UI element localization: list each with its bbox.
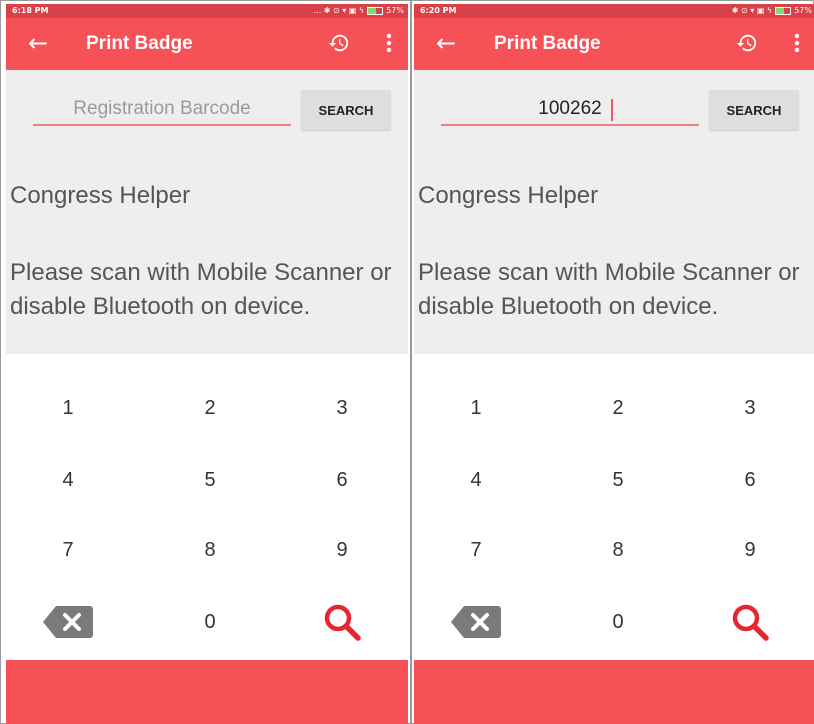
status-icons: ... ✱ ⊙ ▾ ▣ ϟ 57% xyxy=(314,4,404,18)
more-vertical-icon[interactable] xyxy=(384,32,394,54)
search-icon xyxy=(324,604,361,641)
backspace-key[interactable] xyxy=(426,594,526,650)
arrow-left-icon[interactable]: ← xyxy=(436,30,456,56)
text-cursor xyxy=(611,99,613,121)
app-bar: ← Print Badge xyxy=(6,18,408,70)
key-2[interactable]: 2 xyxy=(568,380,668,436)
screens-divider xyxy=(410,0,412,724)
key-7[interactable]: 7 xyxy=(18,522,118,578)
battery-icon xyxy=(367,7,384,15)
key-0[interactable]: 0 xyxy=(568,594,668,650)
arrow-left-icon[interactable]: ← xyxy=(28,30,48,56)
status-time: 6:18 PM xyxy=(12,6,49,15)
registration-barcode-input[interactable] xyxy=(33,94,291,126)
status-icon-glyphs: ... ✱ ⊙ ▾ ▣ ϟ xyxy=(313,6,365,15)
key-1[interactable]: 1 xyxy=(426,380,526,436)
bottom-bar xyxy=(414,660,814,724)
key-4[interactable]: 4 xyxy=(18,452,118,508)
key-3[interactable]: 3 xyxy=(292,380,392,436)
app-title: Print Badge xyxy=(494,33,601,54)
key-2[interactable]: 2 xyxy=(160,380,260,436)
key-8[interactable]: 8 xyxy=(160,522,260,578)
key-7[interactable]: 7 xyxy=(426,522,526,578)
search-icon xyxy=(732,604,769,641)
scan-instruction: Please scan with Mobile Scanner or disab… xyxy=(418,259,800,320)
backspace-icon xyxy=(451,606,501,638)
status-bar: 6:18 PM ... ✱ ⊙ ▾ ▣ ϟ 57% xyxy=(6,4,408,18)
helper-title: Congress Helper xyxy=(10,182,191,209)
search-button[interactable]: SEARCH xyxy=(709,90,799,130)
key-0[interactable]: 0 xyxy=(160,594,260,650)
search-button[interactable]: SEARCH xyxy=(301,90,391,130)
content-area: SEARCH Congress Helper Please scan with … xyxy=(6,70,408,354)
more-vertical-icon[interactable] xyxy=(792,32,802,54)
app-bar: ← Print Badge xyxy=(414,18,814,70)
helper-title: Congress Helper xyxy=(418,182,599,209)
key-6[interactable]: 6 xyxy=(292,452,392,508)
battery-percent: 57% xyxy=(794,6,812,15)
content-area: SEARCH Congress Helper Please scan with … xyxy=(414,70,814,354)
key-1[interactable]: 1 xyxy=(18,380,118,436)
phone-screen-1: 6:18 PM ... ✱ ⊙ ▾ ▣ ϟ 57% ← Print Badge … xyxy=(6,4,408,724)
backspace-key[interactable] xyxy=(18,594,118,650)
history-icon[interactable] xyxy=(328,32,350,54)
status-bar: 6:20 PM ✱ ⊙ ▾ ▣ ϟ 57% xyxy=(414,4,814,18)
numeric-keypad: 1 2 3 4 5 6 7 8 9 0 xyxy=(6,372,408,652)
key-6[interactable]: 6 xyxy=(700,452,800,508)
key-9[interactable]: 9 xyxy=(292,522,392,578)
key-8[interactable]: 8 xyxy=(568,522,668,578)
battery-icon xyxy=(775,7,792,15)
battery-percent: 57% xyxy=(386,6,404,15)
phone-screen-2: 6:20 PM ✱ ⊙ ▾ ▣ ϟ 57% ← Print Badge SEAR… xyxy=(414,4,814,724)
status-icon-glyphs: ✱ ⊙ ▾ ▣ ϟ xyxy=(731,6,773,15)
key-5[interactable]: 5 xyxy=(568,452,668,508)
search-key[interactable] xyxy=(292,594,392,650)
bottom-bar xyxy=(6,660,408,724)
registration-barcode-input[interactable] xyxy=(441,94,699,126)
status-icons: ✱ ⊙ ▾ ▣ ϟ 57% xyxy=(732,4,812,18)
scan-instruction: Please scan with Mobile Scanner or disab… xyxy=(10,259,392,320)
search-key[interactable] xyxy=(700,594,800,650)
key-5[interactable]: 5 xyxy=(160,452,260,508)
history-icon[interactable] xyxy=(736,32,758,54)
key-3[interactable]: 3 xyxy=(700,380,800,436)
status-time: 6:20 PM xyxy=(420,6,457,15)
key-9[interactable]: 9 xyxy=(700,522,800,578)
backspace-icon xyxy=(43,606,93,638)
key-4[interactable]: 4 xyxy=(426,452,526,508)
numeric-keypad: 1 2 3 4 5 6 7 8 9 0 xyxy=(414,372,814,652)
app-title: Print Badge xyxy=(86,33,193,54)
